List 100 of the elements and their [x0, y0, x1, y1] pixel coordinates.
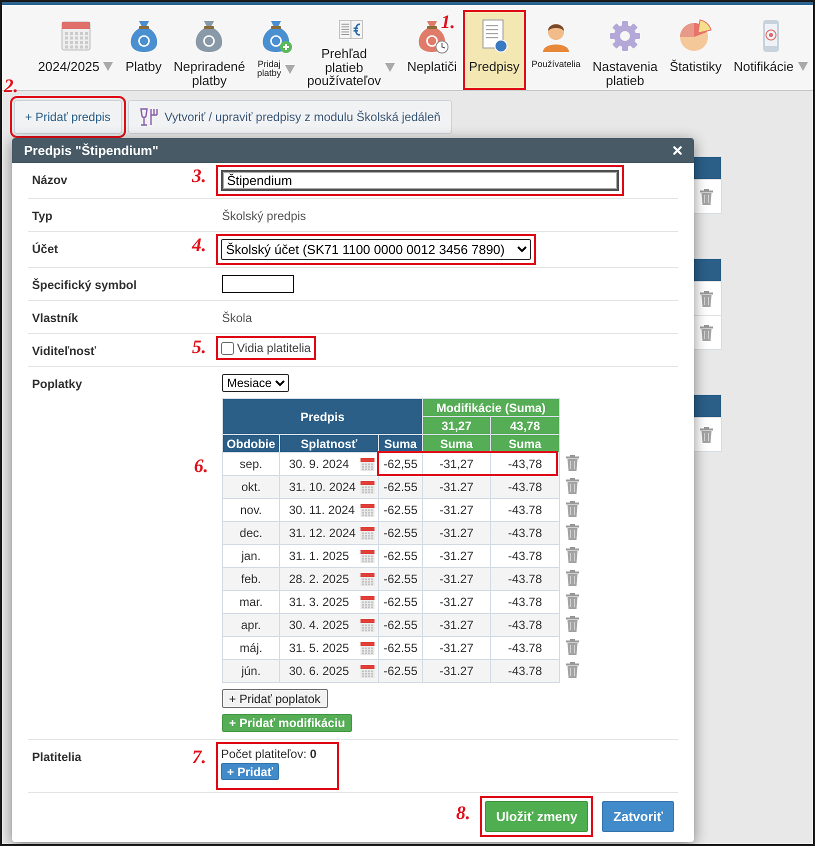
name-field[interactable]: Štipendium: [221, 170, 619, 191]
calendar-icon[interactable]: [360, 548, 375, 564]
trash-icon[interactable]: [566, 500, 579, 516]
table-cell: -43.78: [490, 660, 560, 682]
field-label: Poplatky: [32, 376, 82, 391]
table-cell: -43.78: [490, 568, 560, 590]
table-cell: -31.27: [422, 544, 490, 568]
table-cell: -43.78: [490, 476, 560, 498]
table-cell: -43.78: [490, 498, 560, 522]
table-header: Modifikácie (Suma): [422, 398, 560, 416]
table-cell: -31.27: [422, 660, 490, 682]
field-label: Názov: [32, 172, 68, 187]
due-date: 31. 1. 2025: [289, 549, 350, 563]
toolbar-item[interactable]: Používatelia: [526, 10, 587, 90]
gear-icon: [608, 18, 642, 54]
trash-icon[interactable]: [566, 616, 579, 632]
table-cell: -31.27: [422, 568, 490, 590]
table-header: 43,78: [490, 416, 560, 434]
trash-icon[interactable]: [566, 478, 579, 494]
calendar-icon[interactable]: [360, 594, 375, 610]
trash-icon[interactable]: [700, 188, 713, 204]
table-cell: -43.78: [490, 544, 560, 568]
table-cell: -43.78: [490, 636, 560, 660]
table-cell: -62.55: [378, 660, 422, 682]
due-date: 30. 9. 2024: [289, 457, 350, 471]
caret-icon: [798, 62, 808, 72]
period-select[interactable]: Mesiace: [222, 374, 289, 392]
table-cell: -31.27: [422, 636, 490, 660]
dialog-title: Predpis "Štipendium": [24, 143, 158, 158]
annotation-number: 2.: [4, 76, 18, 98]
add-fee-button[interactable]: + Pridať poplatok: [222, 689, 328, 708]
toolbar-item[interactable]: Platby: [119, 10, 168, 90]
due-date: 30. 11. 2024: [289, 503, 355, 517]
field-label: Špecifický symbol: [32, 277, 137, 292]
table-cell: -62.55: [378, 636, 422, 660]
field-label: Viditeľnosť: [32, 343, 96, 358]
toolbar-item[interactable]: 2024/2025: [32, 10, 120, 90]
calendar-icon[interactable]: [360, 526, 375, 540]
trash-icon[interactable]: [700, 426, 713, 442]
table-cell: apr.: [222, 614, 280, 636]
add-payer-button[interactable]: + Pridať: [221, 763, 280, 780]
table-cell: jún.: [222, 660, 280, 682]
toolbar-item[interactable]: Nastavenia platieb: [586, 10, 664, 90]
checkbox-label: Vidia platitelia: [237, 341, 311, 355]
toolbar-item[interactable]: Notifikácie: [728, 10, 813, 90]
trash-icon[interactable]: [566, 592, 579, 608]
column-header: Splatnosť: [280, 434, 378, 452]
table-cell: nov.: [222, 498, 280, 522]
table-cell: -62.55: [378, 498, 422, 522]
due-date: 31. 10. 2024: [289, 480, 356, 494]
table-cell: máj.: [222, 636, 280, 660]
table-cell: -62.55: [378, 590, 422, 614]
annotation-number: 5.: [192, 337, 206, 359]
account-select[interactable]: Školský účet (SK71 1100 0000 0012 3456 7890): [221, 239, 531, 260]
toolbar-item[interactable]: Predpisy: [462, 10, 526, 90]
calendar-icon[interactable]: [360, 572, 375, 586]
table-cell: -31.27: [422, 498, 490, 522]
due-date: 28. 2. 2025: [289, 572, 350, 586]
toolbar-item[interactable]: Nepriradené platby: [168, 10, 252, 90]
checkbox[interactable]: [221, 342, 234, 354]
table-cell: -62.55: [378, 544, 422, 568]
trash-icon[interactable]: [700, 324, 713, 340]
field-value: Škola: [222, 310, 252, 325]
field-label: Platitelia: [32, 749, 82, 764]
trash-icon[interactable]: [566, 524, 579, 540]
symbol-field[interactable]: [222, 275, 294, 293]
table-cell: -62.55: [378, 522, 422, 544]
trash-icon[interactable]: [566, 662, 579, 678]
table-cell: -31.27: [422, 590, 490, 614]
calendar-icon[interactable]: [360, 664, 375, 678]
toolbar-item[interactable]: Štatistiky: [664, 10, 728, 90]
calendar-icon[interactable]: [360, 640, 375, 656]
trash-icon[interactable]: [700, 290, 713, 306]
close-icon[interactable]: [671, 144, 684, 157]
trash-icon[interactable]: [566, 546, 579, 562]
calendar-icon[interactable]: [360, 456, 375, 472]
table-cell: -62.55: [378, 476, 422, 498]
annotation-number: 3.: [192, 166, 206, 188]
canteen-button[interactable]: Vytvoriť / upraviť predpisy z modulu Školská jedáleň: [128, 100, 452, 134]
pie-chart-icon: [678, 18, 714, 54]
column-header: Obdobie: [222, 434, 280, 452]
trash-icon[interactable]: [566, 570, 579, 586]
trash-icon[interactable]: [566, 638, 579, 654]
calendar-icon[interactable]: [360, 618, 375, 632]
annotation-number: 8.: [456, 803, 470, 825]
annotation-number: 6.: [194, 456, 208, 478]
field-label: Účet: [32, 241, 58, 256]
calendar-icon[interactable]: [360, 480, 375, 494]
close-button[interactable]: Zatvoriť: [602, 801, 674, 832]
table-header: 31,27: [422, 416, 490, 434]
toolbar-item[interactable]: Pridaj platby: [251, 10, 302, 90]
payer-count: Počet platiteľov: 0: [221, 747, 317, 761]
toolbar-item[interactable]: Prehľad platieb používateľov: [301, 10, 402, 90]
calendar-icon[interactable]: [360, 502, 375, 518]
table-cell: -31.27: [422, 522, 490, 544]
table-cell: sep.: [222, 452, 280, 476]
due-date: 30. 6. 2025: [289, 664, 350, 678]
table-cell: -62.55: [378, 614, 422, 636]
trash-icon[interactable]: [566, 454, 579, 470]
caret-icon: [103, 62, 114, 72]
